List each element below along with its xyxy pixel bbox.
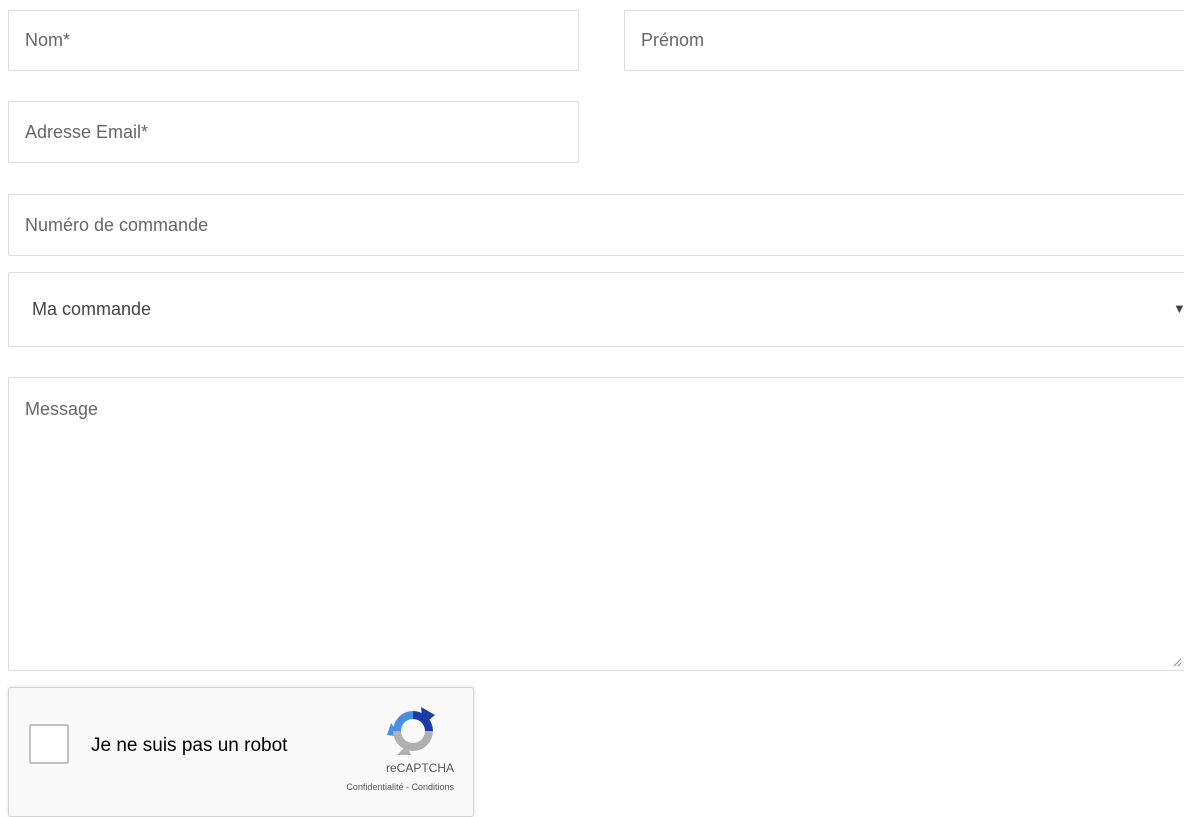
terms-link[interactable]: Conditions [411,782,454,792]
recaptcha-brand: reCAPTCHA [385,761,454,775]
subject-select[interactable]: Ma commande ▼ [8,272,1184,347]
recaptcha-widget: Je ne suis pas un robot reCAPTCHA Confid… [8,687,474,817]
resize-grip-icon[interactable] [1172,657,1182,667]
prenom-input[interactable] [624,10,1184,71]
email-input[interactable] [8,101,579,163]
triangle-down-icon: ▼ [1173,301,1184,316]
recaptcha-links: Confidentialité - Conditions [299,782,454,792]
recaptcha-checkbox[interactable] [29,724,69,764]
message-textarea[interactable] [8,377,1184,671]
order-number-input[interactable] [8,194,1184,256]
recaptcha-label: Je ne suis pas un robot [91,735,288,756]
recaptcha-logo-icon [387,707,435,755]
subject-select-value: Ma commande [32,299,152,319]
nom-input[interactable] [8,10,579,71]
privacy-link[interactable]: Confidentialité [346,782,403,792]
